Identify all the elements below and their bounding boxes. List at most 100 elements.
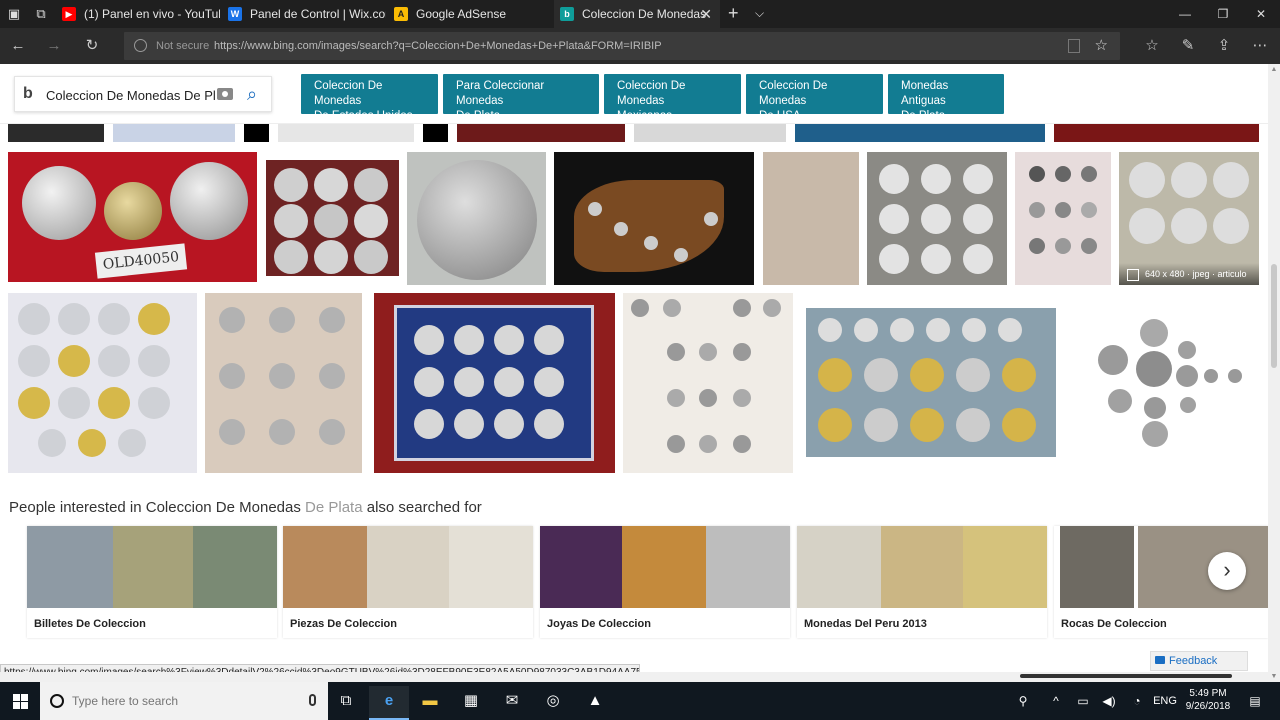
image-result[interactable] xyxy=(423,124,448,142)
favorites-hub-icon[interactable]: ☆ xyxy=(1142,36,1162,56)
show-hidden-icons-chevron-icon[interactable]: ^ xyxy=(1046,682,1066,720)
image-result[interactable] xyxy=(1054,124,1259,142)
heading-muted: De Plata xyxy=(305,499,363,516)
image-result-album[interactable] xyxy=(763,152,859,285)
related-chip-antiguas[interactable]: Monedas Antiguas De Plata xyxy=(888,74,1004,122)
taskbar-search-input[interactable] xyxy=(72,692,292,710)
related-chip-mexicanas[interactable]: Coleccion De Monedas Mexicanas xyxy=(604,74,741,122)
image-result-proof-set[interactable] xyxy=(8,293,197,473)
photos-icon[interactable]: ▲ xyxy=(575,686,615,720)
feedback-label: Feedback xyxy=(1169,655,1218,667)
related-card[interactable]: Piezas De Coleccion xyxy=(283,526,533,638)
image-result-silver-portrait[interactable] xyxy=(407,152,546,285)
set-aside-tabs-icon[interactable]: ⧉ xyxy=(33,6,49,22)
image-result-sleeves[interactable] xyxy=(205,293,362,473)
bing-logo-icon[interactable]: b xyxy=(23,85,37,103)
image-result[interactable] xyxy=(244,124,269,142)
visual-search-camera-icon[interactable] xyxy=(217,88,233,100)
scrollbar-thumb[interactable] xyxy=(1271,264,1277,368)
tab-preview-chevron-icon[interactable]: ⌵ xyxy=(755,0,764,28)
related-chip-usa[interactable]: Coleccion De Monedas De USA xyxy=(746,74,883,122)
image-result[interactable] xyxy=(278,124,414,142)
system-clock[interactable]: 5:49 PM 9/26/2018 xyxy=(1180,687,1236,713)
chip-line: De Plata xyxy=(901,110,946,122)
image-result[interactable] xyxy=(457,124,625,142)
scroll-down-icon[interactable]: ▼ xyxy=(1268,673,1280,680)
image-result-coin-set[interactable] xyxy=(1015,152,1111,285)
horizontal-scrollbar[interactable] xyxy=(0,672,1268,682)
restore-icon[interactable]: ❐ xyxy=(1204,0,1242,28)
image-result-spanish-coins[interactable]: OLD40050 xyxy=(8,152,257,282)
people-icon[interactable]: ⚲ xyxy=(1012,682,1034,720)
image-result-hovered[interactable]: 640 x 480 · jpeg · articulo m... xyxy=(1119,152,1259,285)
image-result-eagles[interactable] xyxy=(266,160,399,276)
tab-youtube[interactable]: ▶ (1) Panel en vivo - YouTube xyxy=(56,0,220,28)
new-tab-icon[interactable]: + xyxy=(728,0,739,28)
minimize-icon[interactable]: — xyxy=(1166,0,1204,28)
search-icon[interactable]: ⌕ xyxy=(247,84,257,104)
related-card[interactable]: Joyas De Coleccion xyxy=(540,526,790,638)
more-menu-icon[interactable]: ⋯ xyxy=(1250,36,1270,56)
feedback-button[interactable]: Feedback xyxy=(1150,651,1248,671)
network-icon[interactable]: ◔ xyxy=(1126,682,1148,720)
task-view-icon[interactable]: ⧉ xyxy=(326,686,366,720)
related-card[interactable]: Billetes De Coleccion xyxy=(27,526,277,638)
browser-app-icon[interactable]: ◎ xyxy=(533,686,573,720)
store-icon[interactable]: ▦ xyxy=(451,686,491,720)
vertical-scrollbar[interactable]: ▲ ▼ xyxy=(1268,64,1280,682)
chip-line: Coleccion De Monedas xyxy=(314,80,383,107)
site-info-icon[interactable] xyxy=(134,39,147,52)
close-window-icon[interactable]: ✕ xyxy=(1242,0,1280,28)
volume-icon[interactable]: ◀) xyxy=(1098,682,1120,720)
image-result[interactable] xyxy=(634,124,786,142)
favorite-star-icon[interactable]: ☆ xyxy=(1095,36,1108,54)
address-bar[interactable]: Not secure https://www.bing.com/images/s… xyxy=(124,32,1120,60)
image-result-estados-map[interactable] xyxy=(554,152,754,285)
scroll-up-icon[interactable]: ▲ xyxy=(1268,66,1280,73)
tab-adsense[interactable]: A Google AdSense xyxy=(388,0,554,28)
forward-icon[interactable]: → xyxy=(44,36,64,56)
carousel-next-chevron-icon[interactable]: › xyxy=(1208,552,1246,590)
windows-logo-icon xyxy=(13,694,28,709)
related-card[interactable]: Monedas Del Peru 2013 xyxy=(797,526,1047,638)
tab-manager-icon[interactable]: ▣ xyxy=(6,6,22,22)
bing-header: b ⌕ Coleccion De Monedas De Estados Unid… xyxy=(0,64,1268,124)
taskbar-search[interactable] xyxy=(40,682,328,720)
close-tab-icon[interactable]: ✕ xyxy=(700,0,712,28)
share-icon[interactable]: ⇪ xyxy=(1214,36,1234,56)
search-box: b ⌕ xyxy=(14,76,272,112)
web-note-icon[interactable]: ✎ xyxy=(1178,36,1198,56)
file-explorer-icon[interactable]: ▬ xyxy=(410,686,450,720)
start-button[interactable] xyxy=(0,682,40,720)
mail-icon[interactable]: ✉ xyxy=(492,686,532,720)
language-indicator[interactable]: ENG xyxy=(1150,682,1180,720)
image-result[interactable] xyxy=(8,124,104,142)
image-result-loose-coins[interactable] xyxy=(623,293,793,473)
action-center-icon[interactable]: ▤ xyxy=(1242,682,1268,720)
image-result-cluster[interactable] xyxy=(1064,293,1259,473)
bing-icon: b xyxy=(560,7,574,21)
related-chip-estados-unidos[interactable]: Coleccion De Monedas De Estados Unidos xyxy=(301,74,438,122)
related-card-label: Rocas De Coleccion xyxy=(1061,618,1167,630)
image-result-gold-silver-tray[interactable] xyxy=(806,308,1056,457)
image-result-blue-case[interactable] xyxy=(374,293,615,473)
reading-view-icon[interactable] xyxy=(1068,39,1080,53)
horizontal-scrollbar-thumb[interactable] xyxy=(1020,674,1232,678)
image-results-grid: OLD40050 640 x 480 · jpeg · articulo xyxy=(0,124,1268,482)
back-icon[interactable]: ← xyxy=(8,36,28,56)
tab-wix[interactable]: W Panel de Control | Wix.com xyxy=(222,0,386,28)
image-result[interactable] xyxy=(795,124,1045,142)
url-text[interactable]: https://www.bing.com/images/search?q=Col… xyxy=(214,32,662,60)
battery-icon[interactable]: ▭ xyxy=(1072,682,1094,720)
microphone-icon[interactable] xyxy=(309,694,316,706)
tab-bing-active[interactable]: b Coleccion De Monedas ✕ xyxy=(554,0,720,28)
tab-label: Panel de Control | Wix.com xyxy=(250,7,386,21)
image-result[interactable] xyxy=(113,124,235,142)
chip-line: Coleccion De Monedas xyxy=(617,80,686,107)
related-chip-para-coleccionar[interactable]: Para Coleccionar Monedas De Plata xyxy=(443,74,599,122)
search-input[interactable] xyxy=(46,84,216,106)
edge-icon[interactable]: e xyxy=(369,686,409,720)
refresh-icon[interactable]: ↻ xyxy=(82,36,102,56)
add-to-collection-icon[interactable] xyxy=(1127,268,1139,281)
image-result-album-pages[interactable] xyxy=(867,152,1007,285)
